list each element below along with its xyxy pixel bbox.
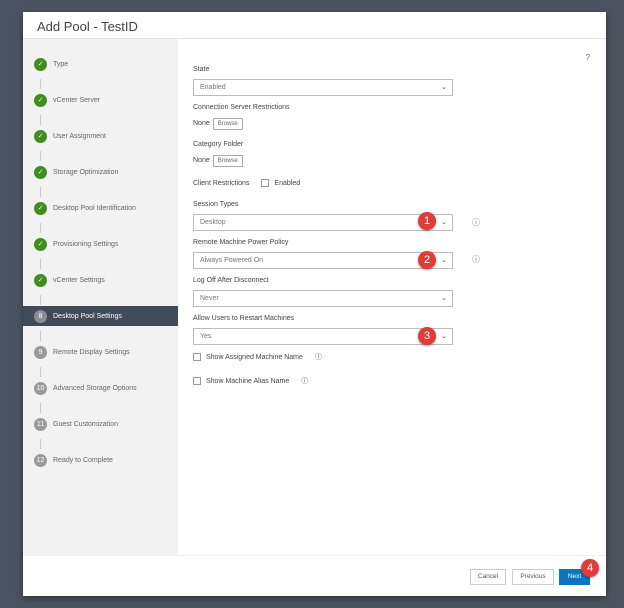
chevron-down-icon: ⌄ [441, 84, 447, 91]
check-icon: ✓ [34, 201, 47, 215]
session-types-value: Desktop [200, 219, 226, 226]
client-restrictions-checkbox[interactable] [261, 179, 270, 187]
wizard-step[interactable]: ✓ Provisioning Settings [23, 234, 178, 254]
session-types-label: Session Types [193, 201, 239, 208]
enabled-label: Enabled [274, 179, 301, 187]
step-connector [40, 151, 41, 161]
step-connector [40, 403, 41, 413]
wizard-step[interactable]: 8 Desktop Pool Settings [23, 306, 178, 326]
step-connector [40, 295, 41, 305]
wizard-step[interactable]: ✓ Storage Optimization [23, 162, 178, 182]
chevron-down-icon: ⌄ [441, 257, 447, 264]
wizard-step: 10 Advanced Storage Options [23, 378, 178, 398]
restart-select[interactable]: Yes ⌄ [193, 328, 453, 345]
step-connector [40, 79, 41, 89]
step-number: 10 [34, 381, 47, 395]
step-connector [40, 331, 41, 341]
conn-browse-button[interactable]: Browse [212, 118, 243, 130]
state-value: Enabled [200, 84, 226, 91]
conn-restrictions-value: None [193, 120, 210, 127]
wizard-step: 9 Remote Display Settings [23, 342, 178, 362]
step-label: Desktop Pool Identification [53, 204, 136, 212]
step-label: User Assignment [53, 132, 106, 140]
step-number: 12 [34, 453, 47, 467]
dialog-title: Add Pool - TestID [23, 12, 606, 39]
step-label: vCenter Server [53, 96, 101, 104]
check-icon: ✓ [34, 273, 47, 287]
chevron-down-icon: ⌄ [441, 219, 447, 226]
step-label: Ready to Complete [53, 456, 113, 464]
power-policy-select[interactable]: Always Powered On ⌄ [193, 252, 453, 269]
step-connector [40, 259, 41, 269]
check-icon: ✓ [34, 57, 47, 71]
client-restrictions-label: Client Restrictions [193, 179, 250, 187]
form-panel: ? State Enabled ⌄ Connection Server Restr… [178, 39, 606, 555]
info-icon[interactable]: ⓘ [315, 354, 322, 361]
logoff-value: Never [200, 295, 219, 302]
callout-badge-2: 2 [418, 251, 436, 269]
info-icon[interactable]: ⓘ [472, 217, 480, 228]
category-folder-label: Category Folder [193, 141, 244, 148]
info-icon[interactable]: ⓘ [472, 254, 480, 265]
restart-value: Yes [200, 333, 212, 340]
show-assigned-checkbox[interactable] [193, 353, 201, 362]
step-connector [40, 115, 41, 125]
wizard-step: 12 Ready to Complete [23, 450, 178, 470]
help-icon[interactable]: ? [586, 53, 590, 62]
power-policy-label: Remote Machine Power Policy [193, 239, 289, 246]
logoff-select[interactable]: Never ⌄ [193, 290, 453, 307]
check-icon: ✓ [34, 129, 47, 143]
step-number: 8 [34, 309, 47, 323]
wizard-step[interactable]: ✓ Type [23, 54, 178, 74]
callout-badge-3: 3 [418, 327, 436, 345]
wizard-step[interactable]: ✓ vCenter Settings [23, 270, 178, 290]
check-icon: ✓ [34, 165, 47, 179]
category-folder-value: None [193, 157, 210, 164]
category-browse-button[interactable]: Browse [212, 155, 243, 167]
add-pool-dialog: Add Pool - TestID ✓ Type ✓ vCenter Server ✓ U… [23, 12, 606, 596]
show-alias-checkbox[interactable] [193, 377, 201, 386]
step-label: Provisioning Settings [53, 240, 119, 248]
step-number: 9 [34, 345, 47, 359]
step-number: 11 [34, 417, 47, 431]
step-connector [40, 187, 41, 197]
chevron-down-icon: ⌄ [441, 295, 447, 302]
restart-label: Allow Users to Restart Machines [193, 315, 295, 322]
show-assigned-label: Show Assigned Machine Name [206, 354, 303, 361]
wizard-step[interactable]: ✓ vCenter Server [23, 90, 178, 110]
state-select[interactable]: Enabled ⌄ [193, 79, 453, 96]
session-types-select[interactable]: Desktop ⌄ [193, 214, 453, 231]
step-label: Storage Optimization [53, 168, 119, 176]
callout-badge-1: 1 [418, 212, 436, 230]
cancel-button[interactable]: Cancel [470, 569, 506, 585]
step-label: vCenter Settings [53, 276, 105, 284]
callout-badge-4: 4 [581, 559, 599, 577]
step-label: Remote Display Settings [53, 348, 130, 356]
logoff-label: Log Off After Disconnect [193, 277, 269, 284]
state-label: State [193, 66, 210, 73]
power-policy-value: Always Powered On [200, 257, 264, 264]
check-icon: ✓ [34, 237, 47, 251]
step-label: Guest Customization [53, 420, 118, 428]
step-label: Advanced Storage Options [53, 384, 137, 392]
step-connector [40, 367, 41, 377]
wizard-step[interactable]: ✓ Desktop Pool Identification [23, 198, 178, 218]
wizard-step[interactable]: ✓ User Assignment [23, 126, 178, 146]
show-alias-label: Show Machine Alias Name [206, 378, 290, 385]
conn-restrictions-label: Connection Server Restrictions [193, 104, 290, 111]
dialog-footer: Cancel Previous Next [23, 555, 606, 596]
wizard-steps: ✓ Type ✓ vCenter Server ✓ User Assignment ✓ Sto… [23, 39, 178, 555]
step-label: Desktop Pool Settings [53, 312, 122, 320]
check-icon: ✓ [34, 93, 47, 107]
step-label: Type [53, 60, 69, 68]
previous-button[interactable]: Previous [512, 569, 554, 585]
chevron-down-icon: ⌄ [441, 333, 447, 340]
wizard-step: 11 Guest Customization [23, 414, 178, 434]
info-icon[interactable]: ⓘ [301, 378, 308, 385]
step-connector [40, 439, 41, 449]
step-connector [40, 223, 41, 233]
